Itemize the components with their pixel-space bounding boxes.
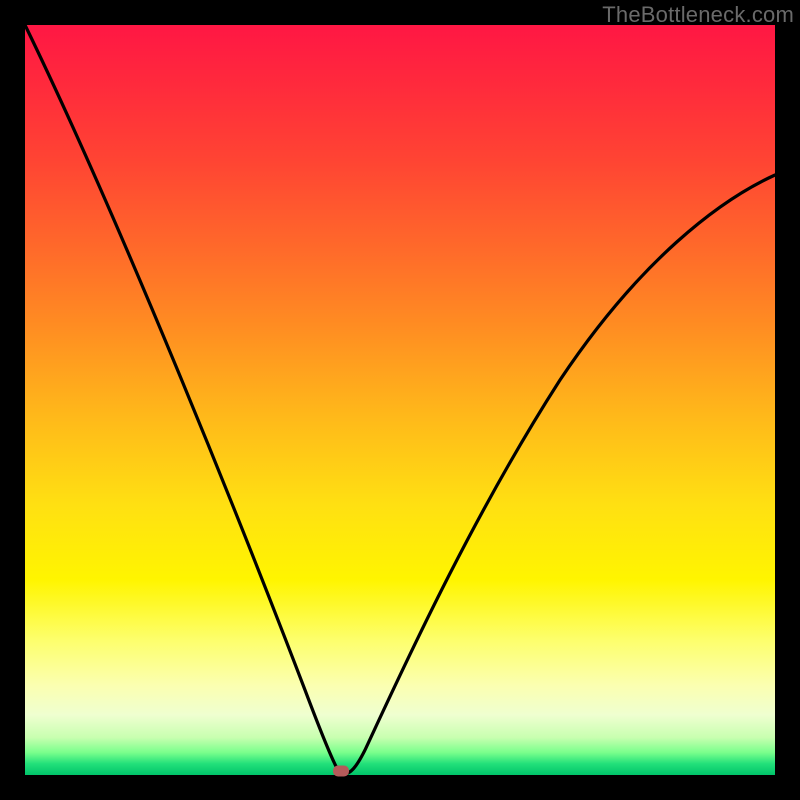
chart-frame: TheBottleneck.com xyxy=(0,0,800,800)
optimal-point-marker xyxy=(333,766,349,777)
watermark-text: TheBottleneck.com xyxy=(602,2,794,28)
plot-area xyxy=(25,25,775,775)
